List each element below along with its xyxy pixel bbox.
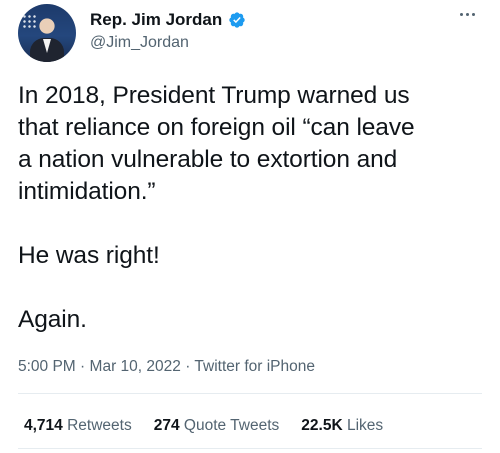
tweet-line: a nation vulnerable to extortion and: [18, 146, 398, 173]
tweet-text: In 2018, President Trump warned us that …: [18, 80, 488, 336]
author-handle[interactable]: @Jim_Jordan: [90, 33, 189, 53]
tweet-card: Rep. Jim Jordan @Jim_Jordan In 2018, Pre…: [0, 0, 500, 453]
quote-tweets-count: 274: [153, 417, 180, 434]
verified-badge-icon: [228, 11, 246, 29]
tweet-line: intimidation.”: [18, 178, 156, 205]
retweets-label: Retweets: [67, 417, 132, 434]
likes-label: Likes: [346, 417, 384, 434]
meta-separator: ·: [185, 358, 191, 375]
engagement-stats: 4,714 Retweets 274 Quote Tweets 22.5K Li…: [24, 416, 383, 436]
more-horizontal-icon[interactable]: [460, 8, 482, 20]
flag-stars-decoration: [22, 14, 38, 28]
tweet-line: In 2018, President Trump warned us: [18, 82, 410, 109]
tweet-meta: 5:00 PM · Mar 10, 2022 · Twitter for iPh…: [18, 357, 315, 377]
tweet-date[interactable]: Mar 10, 2022: [90, 358, 181, 375]
quote-tweets-stat[interactable]: 274 Quote Tweets: [154, 416, 280, 436]
likes-stat[interactable]: 22.5K Likes: [301, 416, 383, 436]
author-display-name[interactable]: Rep. Jim Jordan: [90, 10, 222, 30]
divider: [18, 448, 482, 449]
tweet-time[interactable]: 5:00 PM: [18, 358, 76, 375]
quote-tweets-label: Quote Tweets: [183, 417, 280, 434]
tweet-line: that reliance on foreign oil “can leave: [18, 114, 415, 141]
tweet-source[interactable]: Twitter for iPhone: [194, 358, 315, 375]
avatar[interactable]: [18, 4, 76, 62]
retweets-count: 4,714: [24, 417, 63, 434]
divider: [18, 393, 482, 394]
tweet-line: He was right!: [18, 242, 160, 269]
author-name-row: Rep. Jim Jordan: [90, 10, 246, 30]
retweets-stat[interactable]: 4,714 Retweets: [24, 416, 132, 436]
likes-count: 22.5K: [301, 417, 343, 434]
meta-separator: ·: [80, 358, 86, 375]
tweet-line: Again.: [18, 306, 87, 333]
